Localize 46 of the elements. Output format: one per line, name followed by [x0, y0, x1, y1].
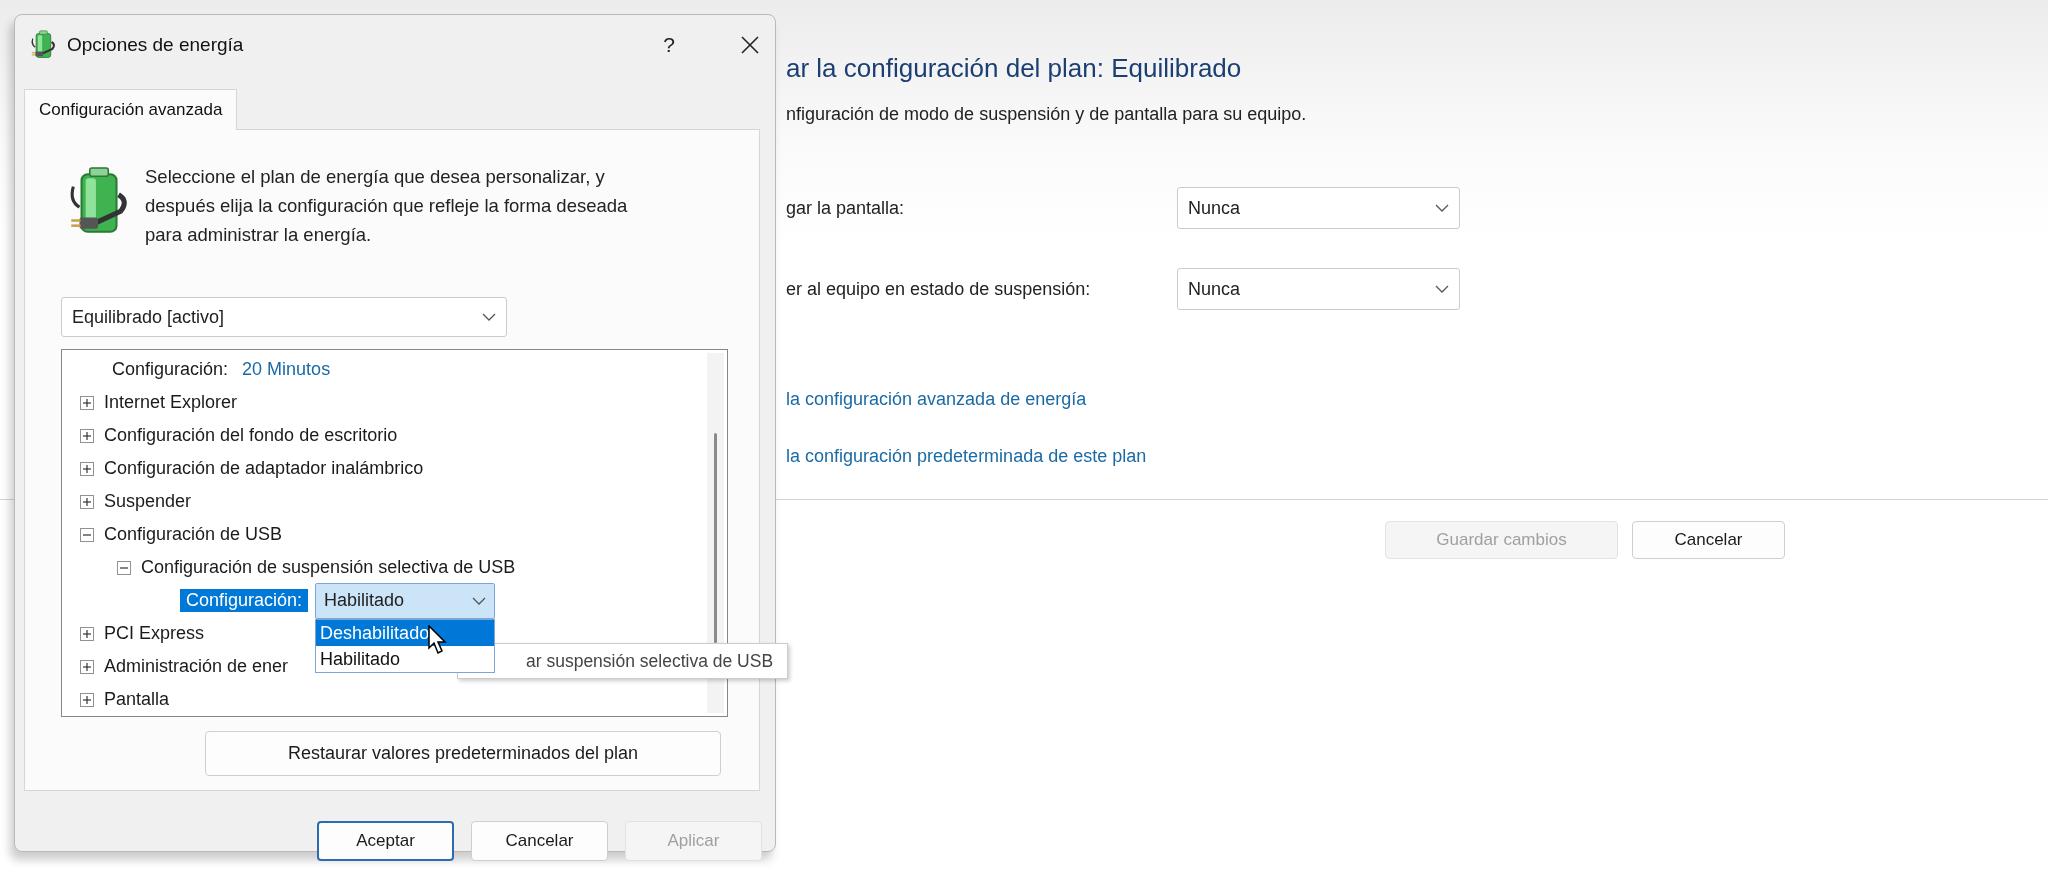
- collapse-icon[interactable]: [80, 527, 94, 542]
- tree-item[interactable]: Configuración de USB: [104, 524, 283, 545]
- caret-icon: [472, 596, 487, 605]
- setting-dropdown[interactable]: Habilitado: [315, 582, 496, 619]
- setting-label: gar la pantalla:: [786, 197, 906, 219]
- settings-link[interactable]: la configuración predeterminada de este plan: [786, 446, 1147, 467]
- window-title: Opciones de energía: [67, 34, 245, 56]
- time-dropdown[interactable]: Nunca: [1177, 268, 1460, 310]
- settings-link[interactable]: la configuración avanzada de energía: [786, 389, 1087, 410]
- setting-label: er al equipo en estado de suspensión:: [786, 278, 1092, 300]
- setting-label[interactable]: Configuración:: [180, 589, 309, 612]
- tree-item[interactable]: Suspender: [104, 491, 192, 512]
- tree-item[interactable]: Configuración del fondo de escritorio: [104, 425, 398, 446]
- instructions-text: Seleccione el plan de energía que desea personalizar, y después elija la configuración que refleje la forma deseada para administrar la energía.: [145, 165, 629, 247]
- expand-icon[interactable]: [80, 659, 94, 674]
- tree-item[interactable]: Configuración de adaptador inalámbrico: [104, 458, 424, 479]
- tab[interactable]: Configuración avanzada: [24, 89, 238, 130]
- tree-item[interactable]: Configuración de suspensión selectiva de USB: [141, 557, 516, 578]
- cancel-button[interactable]: Cancelar: [471, 821, 608, 861]
- tree-item[interactable]: Administración de ener: [104, 656, 289, 677]
- setting-label[interactable]: Configuración:: [106, 358, 235, 381]
- tree-item[interactable]: PCI Express: [104, 623, 205, 644]
- caret-icon: [1435, 285, 1449, 293]
- battery-plug-icon: [29, 30, 57, 60]
- setting-value[interactable]: 20 Minutos: [242, 359, 331, 380]
- restore-defaults-button[interactable]: Restaurar valores predeterminados del plan: [205, 731, 721, 776]
- time-dropdown[interactable]: Nunca: [1177, 187, 1460, 229]
- expand-icon[interactable]: [80, 395, 94, 410]
- ok-button[interactable]: Aceptar: [317, 821, 454, 861]
- close-icon[interactable]: [741, 36, 759, 54]
- collapse-icon[interactable]: [117, 560, 131, 575]
- page-title: ar la configuración del plan: Equilibrado: [786, 52, 1243, 85]
- caret-icon: [1435, 204, 1449, 212]
- cancel-button[interactable]: Cancelar: [1632, 521, 1785, 559]
- tree-item[interactable]: Internet Explorer: [104, 392, 238, 413]
- plan-dropdown[interactable]: Equilibrado [activo]: [61, 297, 507, 337]
- tree-item[interactable]: Pantalla: [104, 689, 170, 710]
- caret-icon: [482, 313, 496, 321]
- cursor-icon: [428, 625, 448, 655]
- page-subtitle: nfiguración de modo de suspensión y de pantalla para su equipo.: [786, 104, 1308, 125]
- expand-icon[interactable]: [80, 626, 94, 641]
- expand-icon[interactable]: [80, 494, 94, 509]
- help-button[interactable]: ?: [663, 33, 675, 57]
- expand-icon[interactable]: [80, 428, 94, 443]
- expand-icon[interactable]: [80, 692, 94, 707]
- expand-icon[interactable]: [80, 461, 94, 476]
